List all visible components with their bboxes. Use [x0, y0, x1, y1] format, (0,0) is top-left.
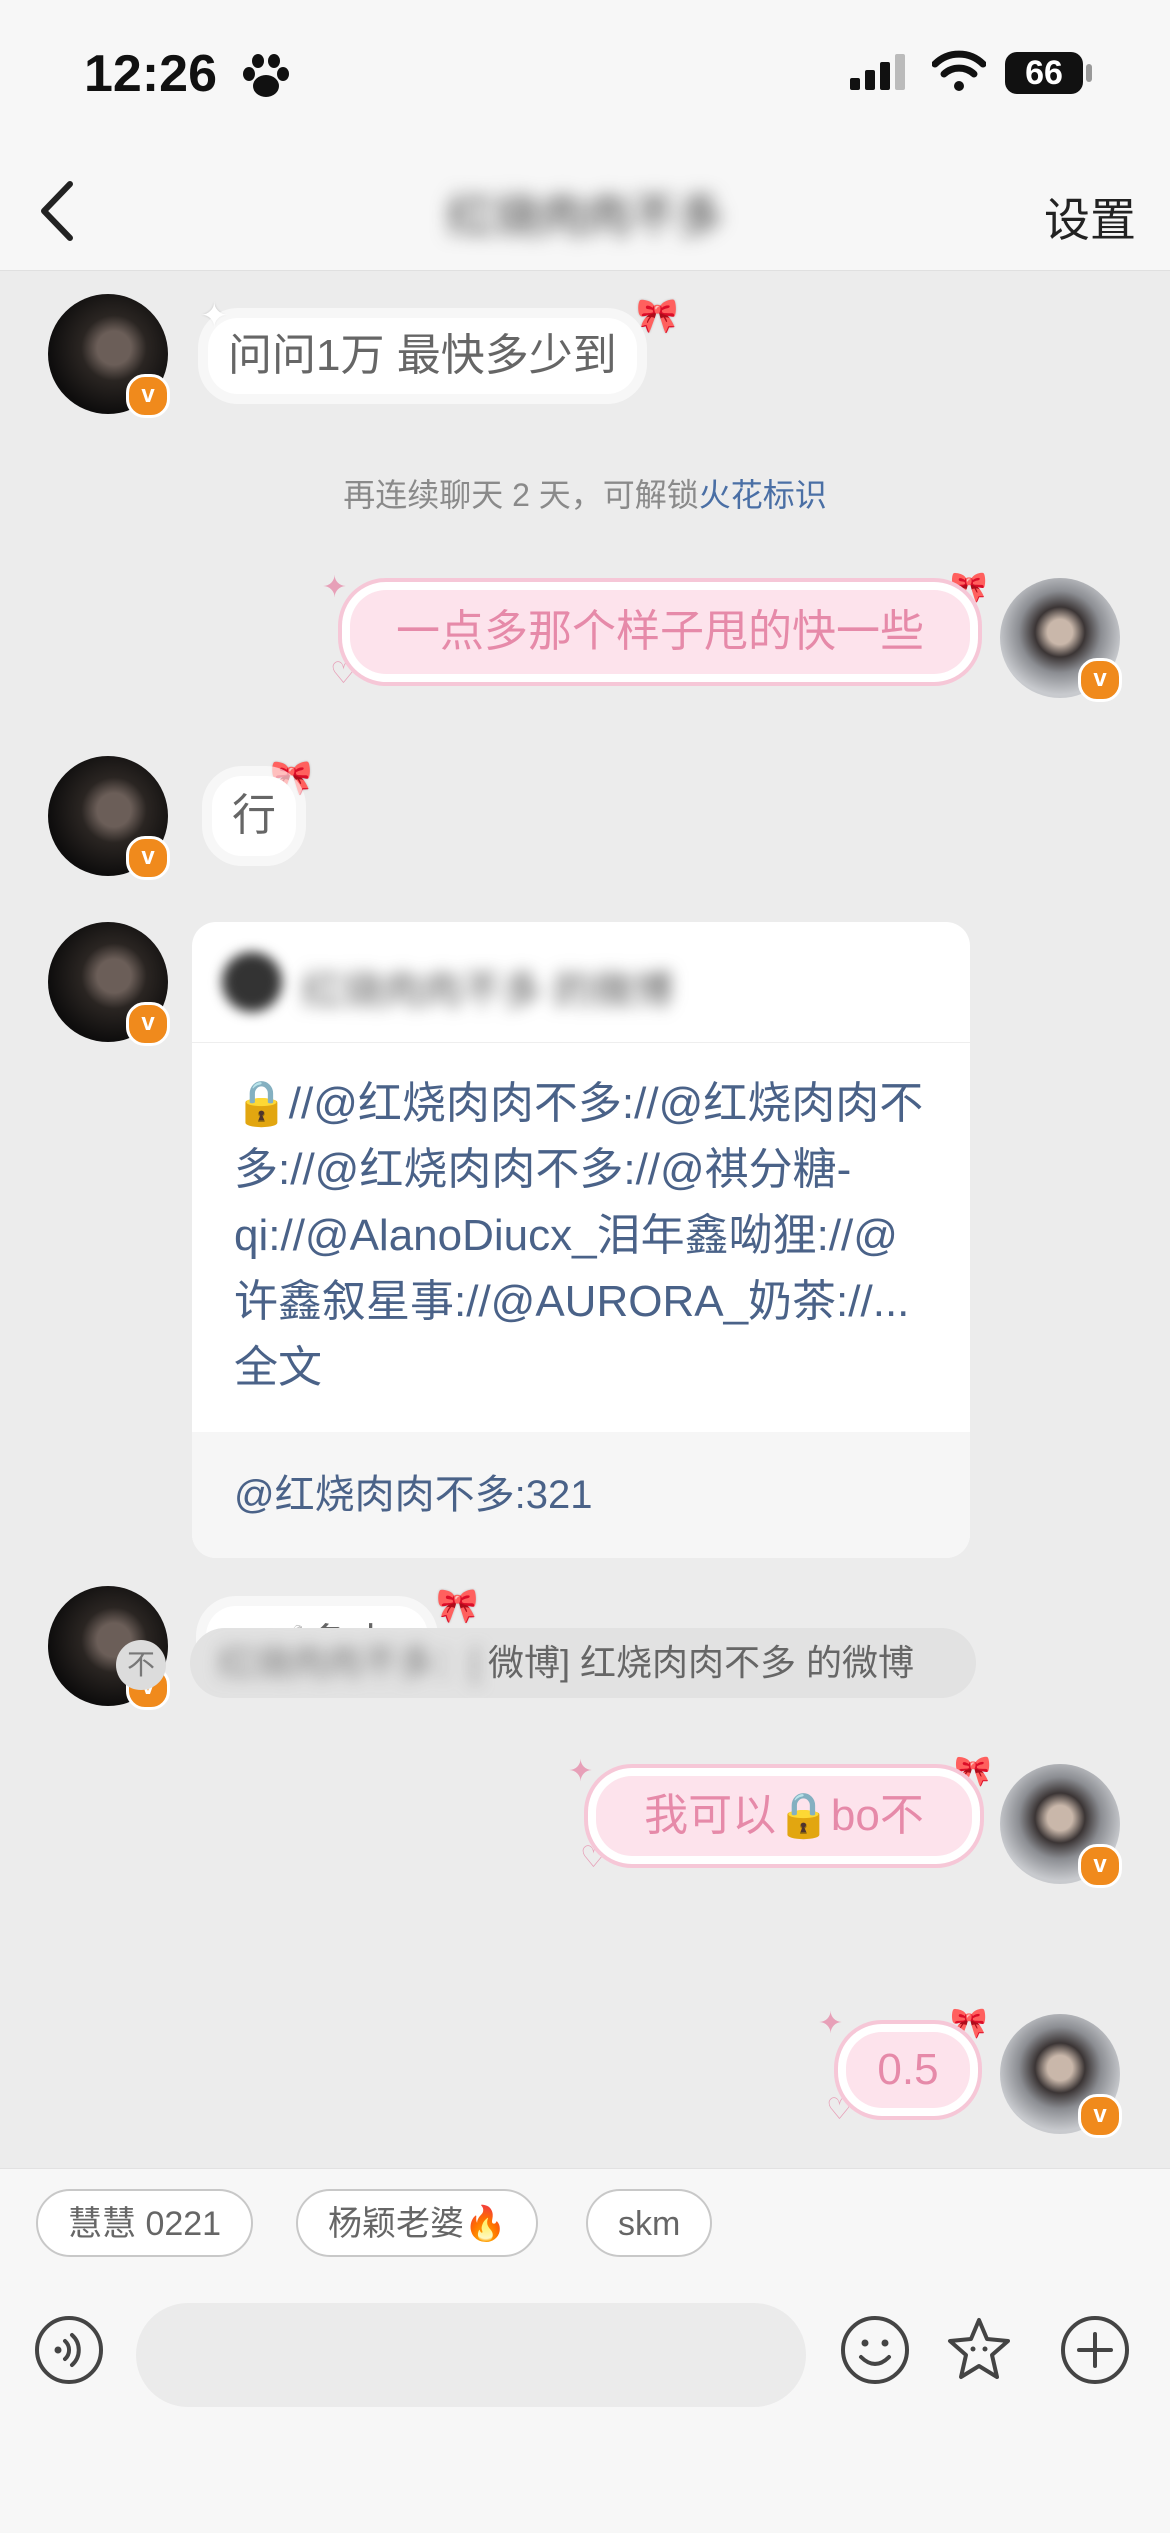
- settings-button[interactable]: 设置: [1044, 184, 1136, 250]
- my-avatar[interactable]: v: [1000, 578, 1122, 702]
- message-bubble-sent[interactable]: 0.5: [846, 2032, 970, 2108]
- status-bar: 12:26 66: [0, 0, 1170, 150]
- shared-weibo-card[interactable]: 红烧肉肉不多 的微博 🔒//@红烧肉肉不多://@红烧肉肉不多://@红烧肉肉不…: [192, 922, 970, 1558]
- quick-reply-chip[interactable]: 杨颖老婆🔥: [296, 2189, 539, 2257]
- card-footer: @红烧肉肉不多:321: [192, 1432, 970, 1558]
- signal-icon: [850, 54, 905, 90]
- message-bubble-sent[interactable]: 一点多那个样子甩的快一些: [350, 590, 970, 674]
- system-notice: 再连续聊天 2 天，可解锁火花标识: [0, 470, 1170, 516]
- contact-avatar[interactable]: v: [48, 294, 170, 418]
- back-icon[interactable]: [30, 176, 90, 246]
- spark-link[interactable]: 火花标识: [699, 477, 827, 513]
- quoted-message[interactable]: 红烧肉肉不多：[微博] 红烧肉肉不多 的微博: [190, 1628, 976, 1698]
- quick-reply-chip[interactable]: 慧慧 0221: [36, 2189, 254, 2257]
- my-avatar[interactable]: v: [1000, 2014, 1122, 2138]
- voice-icon[interactable]: [34, 2315, 104, 2385]
- paw-icon: [243, 54, 289, 97]
- composer: 慧慧 0221 杨颖老婆🔥 skm: [0, 2168, 1170, 2533]
- message-bubble-received[interactable]: 行: [212, 776, 296, 856]
- card-read-more[interactable]: 全文: [234, 1343, 322, 1392]
- contact-avatar[interactable]: v: [48, 756, 170, 880]
- quick-reply-chip[interactable]: skm: [586, 2189, 713, 2257]
- chat-title: 红烧肉肉不多: [447, 190, 723, 242]
- card-text: 🔒//@红烧肉肉不多://@红烧肉肉不多://@红烧肉肉不多://@祺分糖-qi…: [192, 1043, 970, 1425]
- verified-badge-icon: v: [126, 1002, 170, 1046]
- wifi-icon: [932, 50, 986, 91]
- chat-area[interactable]: v ✦ 🎀 问问1万 最快多少到 再连续聊天 2 天，可解锁火花标识 v ✦ 🎀…: [0, 270, 1170, 2168]
- verified-badge-icon: v: [126, 836, 170, 880]
- verified-badge-icon: v: [1078, 1844, 1122, 1888]
- verified-badge-icon: v: [1078, 2094, 1122, 2138]
- quoted-blurred-text: 红烧肉肉不多：[: [218, 1642, 481, 1683]
- verified-badge-icon: v: [1078, 658, 1122, 702]
- system-notice-text: 再连续聊天 2 天，可解锁: [343, 477, 699, 513]
- emoji-icon[interactable]: [840, 2315, 910, 2385]
- nav-bar: 红烧肉肉不多 设置: [0, 150, 1170, 271]
- my-avatar[interactable]: v: [1000, 1764, 1122, 1888]
- card-author-avatar: [222, 952, 282, 1012]
- plus-icon[interactable]: [1060, 2315, 1130, 2385]
- battery-level: 66: [1005, 52, 1083, 94]
- card-author-name: 红烧肉肉不多 的微博: [302, 969, 674, 1013]
- quote-icon: 不: [116, 1640, 166, 1690]
- message-input[interactable]: [136, 2303, 806, 2407]
- sticker-icon[interactable]: [944, 2315, 1014, 2385]
- verified-badge-icon: v: [126, 374, 170, 418]
- card-header: 红烧肉肉不多 的微博: [192, 922, 970, 1043]
- contact-avatar[interactable]: v: [48, 922, 170, 1046]
- status-time: 12:26: [84, 45, 217, 103]
- message-bubble-received[interactable]: 问问1万 最快多少到: [208, 318, 637, 394]
- message-bubble-sent[interactable]: 我可以🔒bo不: [596, 1776, 972, 1856]
- battery-tip: [1086, 64, 1092, 82]
- card-body-text: 🔒//@红烧肉肉不多://@红烧肉肉不多://@红烧肉肉不多://@祺分糖-qi…: [234, 1079, 924, 1326]
- quoted-text: 微博] 红烧肉肉不多 的微博: [488, 1642, 915, 1683]
